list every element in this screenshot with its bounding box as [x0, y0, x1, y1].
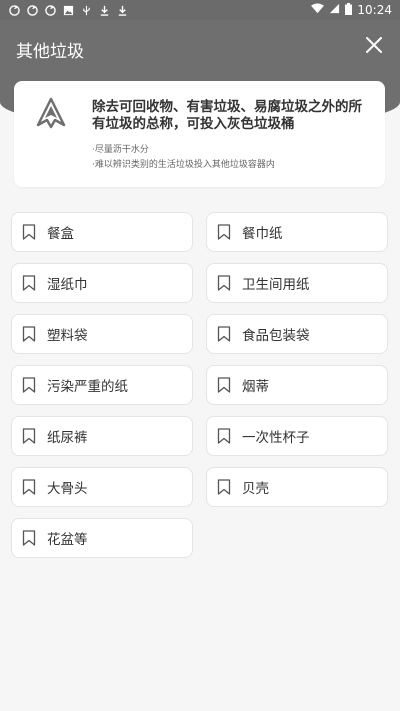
- waste-item[interactable]: 食品包装袋: [206, 314, 388, 354]
- bookmark-icon: [22, 530, 36, 546]
- recycle-logo-icon: [36, 97, 66, 129]
- waste-item-label: 烟蒂: [242, 379, 269, 395]
- waste-item[interactable]: 纸尿裤: [11, 416, 193, 456]
- waste-item[interactable]: 湿纸巾: [11, 263, 193, 303]
- bookmark-icon: [217, 428, 231, 444]
- signal-icon: [329, 3, 340, 17]
- wifi-icon: [311, 3, 325, 17]
- page-title: 其他垃圾: [16, 42, 84, 62]
- status-time: 10:24: [357, 3, 392, 17]
- category-tip: ·难以辨识类别的生活垃圾投入其他垃圾容器内: [92, 160, 275, 170]
- waste-item[interactable]: 餐巾纸: [206, 212, 388, 252]
- category-description: 除去可回收物、有害垃圾、易腐垃圾之外的所有垃圾的总称，可投入灰色垃圾桶: [92, 99, 362, 132]
- battery-icon: [345, 2, 353, 18]
- bookmark-icon: [22, 479, 36, 495]
- category-tip: ·尽量沥干水分: [92, 145, 149, 155]
- close-button[interactable]: [364, 35, 384, 55]
- close-icon: [366, 37, 382, 53]
- waste-item-label: 餐巾纸: [242, 226, 283, 242]
- bookmark-icon: [22, 275, 36, 291]
- waste-item-label: 塑料袋: [47, 328, 88, 344]
- download-icon: [116, 4, 128, 16]
- download-icon: [98, 4, 110, 16]
- bookmark-icon: [217, 326, 231, 342]
- bookmark-icon: [217, 377, 231, 393]
- bookmark-icon: [22, 326, 36, 342]
- bookmark-icon: [217, 479, 231, 495]
- usb-icon: [80, 4, 92, 16]
- waste-item-label: 大骨头: [47, 481, 88, 497]
- bookmark-icon: [217, 275, 231, 291]
- waste-item[interactable]: 餐盒: [11, 212, 193, 252]
- waste-item-label: 纸尿裤: [47, 430, 88, 446]
- status-system-icons: 10:24: [311, 2, 392, 18]
- sync-icon: [8, 4, 20, 16]
- sync-icon: [44, 4, 56, 16]
- sync-icon: [26, 4, 38, 16]
- image-icon: [62, 4, 74, 16]
- waste-item[interactable]: 大骨头: [11, 467, 193, 507]
- waste-item-label: 食品包装袋: [242, 328, 310, 344]
- waste-item-label: 一次性杯子: [242, 430, 310, 446]
- status-notification-icons: [8, 4, 128, 16]
- waste-item-label: 餐盒: [47, 226, 74, 242]
- waste-item-label: 湿纸巾: [47, 277, 88, 293]
- waste-item[interactable]: 一次性杯子: [206, 416, 388, 456]
- waste-item[interactable]: 花盆等: [11, 518, 193, 558]
- waste-item[interactable]: 污染严重的纸: [11, 365, 193, 405]
- waste-item[interactable]: 塑料袋: [11, 314, 193, 354]
- waste-item[interactable]: 烟蒂: [206, 365, 388, 405]
- waste-item-label: 贝壳: [242, 481, 269, 497]
- bookmark-icon: [217, 224, 231, 240]
- waste-item[interactable]: 卫生间用纸: [206, 263, 388, 303]
- status-bar: 10:24: [0, 0, 400, 20]
- waste-item[interactable]: 贝壳: [206, 467, 388, 507]
- waste-item-label: 污染严重的纸: [47, 379, 128, 395]
- bookmark-icon: [22, 377, 36, 393]
- waste-item-label: 花盆等: [47, 532, 88, 548]
- bookmark-icon: [22, 428, 36, 444]
- waste-item-label: 卫生间用纸: [242, 277, 310, 293]
- bookmark-icon: [22, 224, 36, 240]
- category-info-card: 除去可回收物、有害垃圾、易腐垃圾之外的所有垃圾的总称，可投入灰色垃圾桶 ·尽量沥…: [14, 81, 385, 187]
